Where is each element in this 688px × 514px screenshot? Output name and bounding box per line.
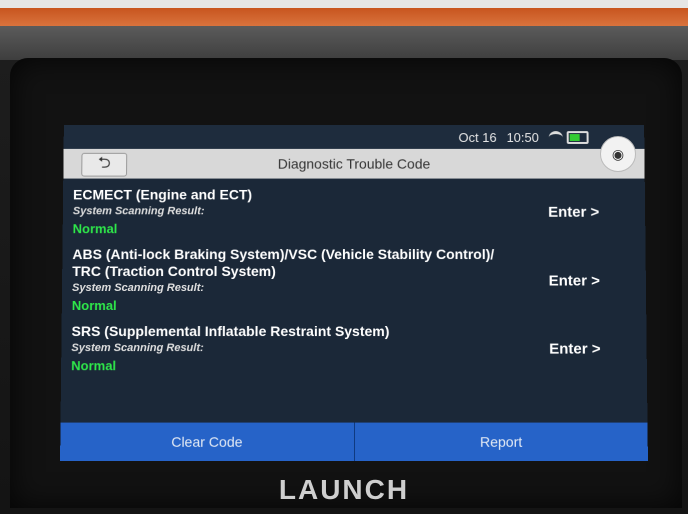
clear-code-button[interactable]: Clear Code bbox=[60, 422, 354, 461]
device-screen: Oct 16 10:50 ⮌ Diagnostic Trouble Code ⇥… bbox=[60, 125, 648, 461]
report-button[interactable]: Report bbox=[353, 422, 648, 461]
system-list: ECMECT (Engine and ECT) System Scanning … bbox=[61, 179, 647, 380]
status-time: 10:50 bbox=[506, 129, 539, 145]
back-arrow-icon: ⮌ bbox=[97, 154, 111, 172]
status-badge: Normal bbox=[71, 358, 117, 374]
list-item[interactable]: ABS (Anti-lock Braking System)/VSC (Vehi… bbox=[72, 242, 637, 319]
system-name: ABS (Anti-lock Braking System)/VSC (Vehi… bbox=[72, 246, 495, 280]
status-badge: Normal bbox=[71, 297, 117, 314]
status-badge: Normal bbox=[72, 221, 118, 237]
page-title: Diagnostic Trouble Code bbox=[277, 155, 431, 172]
wifi-icon bbox=[548, 130, 563, 144]
enter-button[interactable]: Enter > bbox=[548, 204, 599, 221]
screenshot-button[interactable]: ◉ bbox=[600, 136, 636, 172]
list-item[interactable]: SRS (Supplemental Inflatable Restraint S… bbox=[71, 319, 637, 379]
footer-toolbar: Clear Code Report bbox=[60, 422, 648, 461]
camera-icon: ◉ bbox=[611, 145, 625, 162]
system-name: ECMECT (Engine and ECT) bbox=[72, 186, 253, 203]
status-icons bbox=[548, 130, 589, 144]
enter-button[interactable]: Enter > bbox=[549, 341, 601, 358]
list-item[interactable]: ECMECT (Engine and ECT) System Scanning … bbox=[73, 183, 636, 243]
enter-button[interactable]: Enter > bbox=[549, 272, 600, 289]
brand-logo: LAUNCH bbox=[278, 474, 410, 505]
status-bar: Oct 16 10:50 bbox=[63, 125, 645, 149]
status-date: Oct 16 bbox=[458, 129, 497, 145]
title-bar: ⮌ Diagnostic Trouble Code ⇥ bbox=[63, 148, 645, 179]
system-name: SRS (Supplemental Inflatable Restraint S… bbox=[71, 323, 390, 340]
back-button[interactable]: ⮌ bbox=[81, 152, 128, 177]
battery-icon bbox=[566, 130, 589, 144]
